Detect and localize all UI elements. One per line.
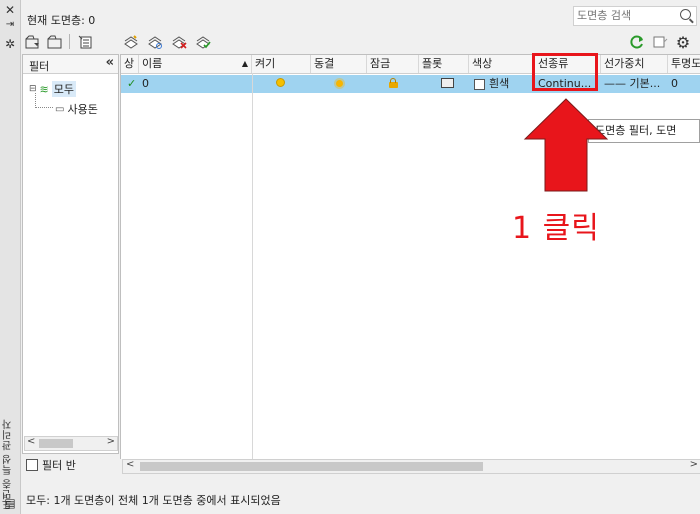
invert-filter-checkbox[interactable]: 필터 반 [26,457,76,473]
column-header-plot[interactable]: 플롯 [419,55,469,73]
palette-title: 도면층 특성 관리자 [3,418,14,510]
filter-tree-label: 사용돈 [67,103,98,116]
filter-header-label: 필터 [29,60,50,73]
layer-row[interactable]: ✓ 0 흰색 Continu... —— 기본... 0 [121,75,700,93]
unlocked-icon[interactable] [386,75,406,93]
layer-list-grid: 상 이름 ▲ 켜기 동결 잠금 플롯 색상 선종류 선가중치 투명도 ✓ 0 흰… [120,54,700,474]
layer-transparency[interactable]: 0 [668,75,700,93]
delete-layer-icon[interactable] [170,33,188,51]
collapse-panel-icon[interactable]: « [106,55,114,70]
column-header-name[interactable]: 이름 ▲ [139,55,252,73]
palette-side-strip: ✕ ⇥ ✲ 도면층 특성 관리자 ▤ [0,0,21,514]
layer-name[interactable]: 0 [139,75,252,93]
filter-tree-label: 모두 [51,81,77,97]
scroll-left-icon[interactable]: < [27,436,35,447]
scroll-right-icon[interactable]: > [690,459,698,470]
invert-filter-label: 필터 반 [42,459,76,472]
filter-tree-panel: 필터 « ⊟ ≋ 모두 ▭ 사용돈 < > [22,54,119,454]
filter-tree-item-used[interactable]: ▭ 사용돈 [55,101,98,117]
settings-gear-icon[interactable]: ⚙ [674,33,692,52]
sort-asc-icon: ▲ [241,59,248,68]
annotation-highlight-box [532,53,598,91]
filter-panel-scrollbar[interactable]: < > [24,436,118,451]
layer-search-input[interactable] [574,7,673,23]
new-layer-vp-frozen-icon[interactable] [146,33,164,51]
close-icon[interactable]: ✕ [3,3,17,17]
filter-tree-header: 필터 « [23,55,118,74]
layer-search-box[interactable] [573,6,697,26]
layer-color-cell[interactable]: 흰색 [471,75,535,93]
layer-color-label: 흰색 [489,77,510,90]
invert-filter-box[interactable] [26,459,38,471]
column-header-freeze[interactable]: 동결 [311,55,367,73]
new-group-filter-icon[interactable] [46,33,64,51]
annotation-click-text: 1 클릭 [512,211,600,246]
annotation-arrow-icon [523,97,609,193]
scroll-left-icon[interactable]: < [126,459,134,470]
set-current-icon[interactable] [194,33,212,51]
scroll-thumb[interactable] [39,439,73,448]
column-header-label: 이름 [142,57,163,70]
column-header-color[interactable]: 색상 [469,55,535,73]
column-header-transparency[interactable]: 투명도 [668,55,700,73]
column-divider [252,73,253,459]
layer-lineweight[interactable]: —— 기본... [601,75,668,93]
current-layer-label: 현재 도면층: 0 [27,14,96,27]
layer-filter-icon: ≋ [39,82,49,96]
new-property-filter-icon[interactable] [24,33,42,51]
layer-list-header: 상 이름 ▲ 켜기 동결 잠금 플롯 색상 선종류 선가중치 투명도 [121,55,700,74]
current-layer-check-icon: ✓ [127,77,137,90]
new-layer-icon[interactable] [122,33,140,51]
layer-palette-icon: ▤ [4,496,16,510]
filter-folder-icon: ▭ [55,103,65,115]
column-header-on[interactable]: 켜기 [252,55,311,73]
scroll-right-icon[interactable]: > [107,436,115,447]
column-header-status[interactable]: 상 [121,55,139,73]
sun-thaw-icon[interactable] [333,75,353,93]
color-swatch [474,78,485,90]
autohide-icon[interactable]: ⇥ [3,19,17,30]
refresh-icon[interactable] [628,33,646,51]
column-header-lock[interactable]: 잠금 [367,55,419,73]
column-header-lineweight[interactable]: 선가중치 [601,55,668,73]
printer-icon[interactable] [438,75,458,93]
light-bulb-icon[interactable] [273,75,293,93]
scroll-thumb[interactable] [140,462,483,471]
grid-horizontal-scrollbar[interactable]: < > [122,459,700,474]
layer-states-manager-icon[interactable] [77,33,95,51]
status-text: 모두: 1개 도면층이 전체 1개 도면층 중에서 표시되었음 [26,494,281,507]
search-icon [680,9,691,20]
settings-panel-icon[interactable] [651,33,669,51]
properties-gear-icon[interactable]: ✲ [3,37,17,51]
